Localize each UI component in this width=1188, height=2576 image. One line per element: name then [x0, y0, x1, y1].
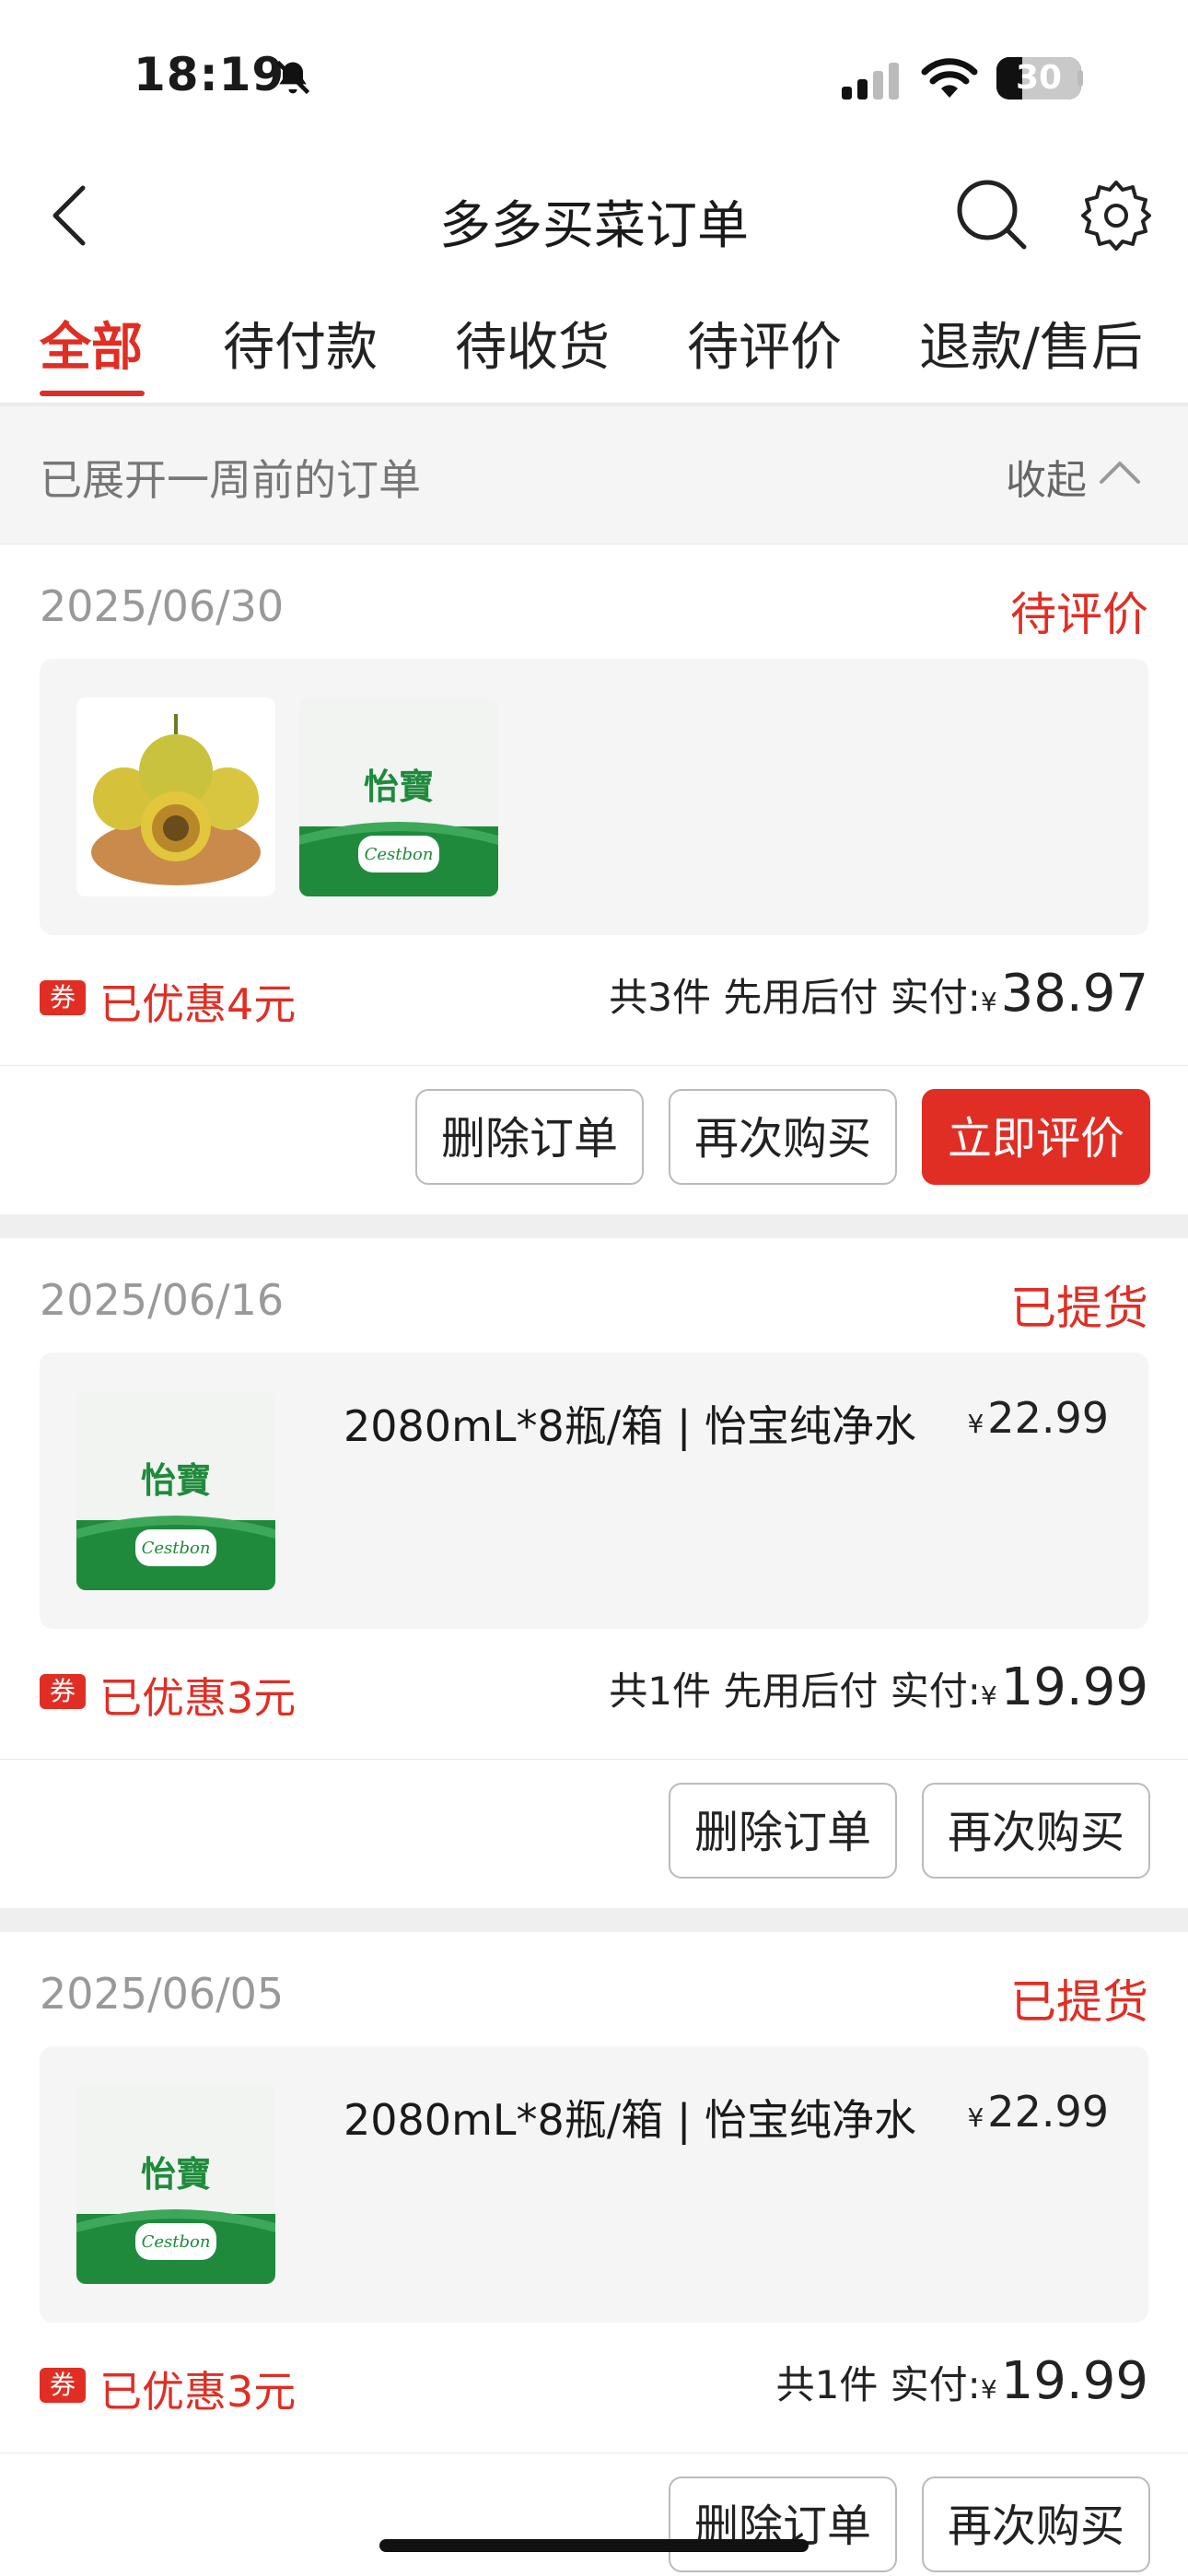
search-icon[interactable] [954, 177, 1030, 252]
summary-text: 共1件 先用后付 实付: [609, 1669, 981, 1714]
signal-icon [842, 63, 899, 100]
battery-icon: 30 [996, 57, 1081, 100]
delete-order-button[interactable]: 删除订单 [669, 2476, 897, 2572]
summary-text: 共1件 实付: [775, 2362, 981, 2407]
buy-again-button[interactable]: 再次购买 [922, 1783, 1150, 1879]
divider [0, 1759, 1188, 1760]
discount-text: 已优惠3元 [99, 2367, 297, 2417]
cestbon-logo: Cestbon [142, 1539, 211, 1558]
order-tabs: 全部 待付款 待收货 待评价 退款/售后 [0, 271, 1188, 406]
divider [0, 1065, 1188, 1066]
status-bar: 18:19 30 [0, 0, 1188, 157]
battery-level: 30 [1015, 59, 1063, 97]
tab-refund-aftersale[interactable]: 退款/售后 [919, 306, 1143, 381]
currency-symbol: ¥ [980, 2374, 997, 2405]
water-pack-image: Cestbon 怡寶 [76, 2085, 275, 2284]
order-card: 2025/06/05 已提货 Cestbon 怡寶 2080mL*8瓶/箱 | … [0, 1932, 1188, 2576]
cestbon-logo: Cestbon [142, 2232, 211, 2252]
discount-text: 已优惠3元 [99, 1673, 297, 1723]
review-now-button[interactable]: 立即评价 [922, 1089, 1150, 1185]
passion-fruit-image[interactable] [76, 697, 275, 896]
status-time: 18:19 [134, 48, 285, 101]
order-date: 2025/06/30 [40, 581, 285, 631]
yibao-logo: 怡寶 [141, 1460, 211, 1501]
paid-amount: 19.99 [1000, 2351, 1148, 2411]
order-summary: 共1件 先用后付 实付:¥19.99 [609, 1657, 1148, 1717]
product-item[interactable]: Cestbon 怡寶 2080mL*8瓶/箱 | 怡宝纯净水 ¥22.99 [40, 2046, 1148, 2323]
product-name: 2080mL*8瓶/箱 | 怡宝纯净水 [344, 1401, 917, 1451]
paid-amount: 38.97 [1000, 964, 1148, 1024]
order-card: 2025/06/30 待评价 Cestbon 怡寶 券 已优惠4元 共3件 先用… [0, 544, 1188, 1214]
battery-tip [1077, 70, 1083, 87]
paid-amount: 19.99 [1000, 1657, 1148, 1717]
coupon-badge: 券 [40, 980, 86, 1015]
currency-symbol: ¥ [967, 1409, 984, 1439]
order-status: 待评价 [1010, 588, 1148, 641]
delete-order-button[interactable]: 删除订单 [415, 1089, 644, 1185]
chevron-up-icon[interactable] [1098, 458, 1142, 486]
home-indicator[interactable] [379, 2539, 809, 2552]
navigation-bar: 多多买菜订单 [0, 157, 1188, 272]
tab-pending-review[interactable]: 待评价 [687, 306, 842, 381]
product-price-value: 22.99 [987, 1393, 1109, 1443]
discount-text: 已优惠4元 [99, 979, 297, 1029]
tab-pending-payment[interactable]: 待付款 [223, 306, 378, 381]
currency-symbol: ¥ [980, 987, 997, 1017]
coupon-badge: 券 [40, 1674, 86, 1709]
product-price-value: 22.99 [987, 2087, 1109, 2137]
order-date: 2025/06/16 [40, 1275, 285, 1325]
product-item[interactable]: Cestbon 怡寶 2080mL*8瓶/箱 | 怡宝纯净水 ¥22.99 [40, 1352, 1148, 1629]
active-tab-indicator [40, 391, 145, 396]
yibao-logo: 怡寶 [141, 2154, 211, 2195]
expanded-orders-text: 已展开一周前的订单 [40, 455, 421, 505]
order-summary: 共1件 实付:¥19.99 [776, 2351, 1148, 2411]
water-pack-image[interactable]: Cestbon 怡寶 [299, 697, 498, 896]
yibao-logo: 怡寶 [364, 767, 434, 807]
buy-again-button[interactable]: 再次购买 [922, 2476, 1150, 2572]
bell-muted-icon [275, 60, 310, 95]
coupon-badge: 券 [40, 2368, 86, 2403]
order-summary: 共3件 先用后付 实付:¥38.97 [609, 964, 1148, 1024]
order-status: 已提货 [1010, 1282, 1148, 1335]
water-pack-image: Cestbon 怡寶 [76, 1391, 275, 1590]
settings-gear-icon[interactable] [1077, 177, 1155, 254]
product-name: 2080mL*8瓶/箱 | 怡宝纯净水 [344, 2095, 917, 2145]
product-price: ¥22.99 [967, 1393, 1109, 1443]
order-date: 2025/06/05 [40, 1969, 285, 2019]
collapse-button[interactable]: 收起 [1006, 447, 1087, 506]
tab-pending-delivery[interactable]: 待收货 [455, 306, 610, 381]
currency-symbol: ¥ [967, 2102, 984, 2133]
buy-again-button[interactable]: 再次购买 [669, 1089, 897, 1185]
order-card: 2025/06/16 已提货 Cestbon 怡寶 2080mL*8瓶/箱 | … [0, 1238, 1188, 1908]
tab-all[interactable]: 全部 [40, 306, 143, 381]
product-thumbnails-area[interactable]: Cestbon 怡寶 [40, 659, 1148, 935]
expanded-orders-bar: 已展开一周前的订单 收起 [0, 406, 1188, 544]
currency-symbol: ¥ [980, 1680, 997, 1711]
cestbon-logo: Cestbon [365, 845, 434, 864]
delete-order-button[interactable]: 删除订单 [669, 1783, 897, 1879]
product-price: ¥22.99 [967, 2087, 1109, 2137]
order-status: 已提货 [1010, 1975, 1148, 2029]
summary-text: 共3件 先用后付 实付: [609, 975, 981, 1020]
wifi-icon [921, 58, 978, 98]
